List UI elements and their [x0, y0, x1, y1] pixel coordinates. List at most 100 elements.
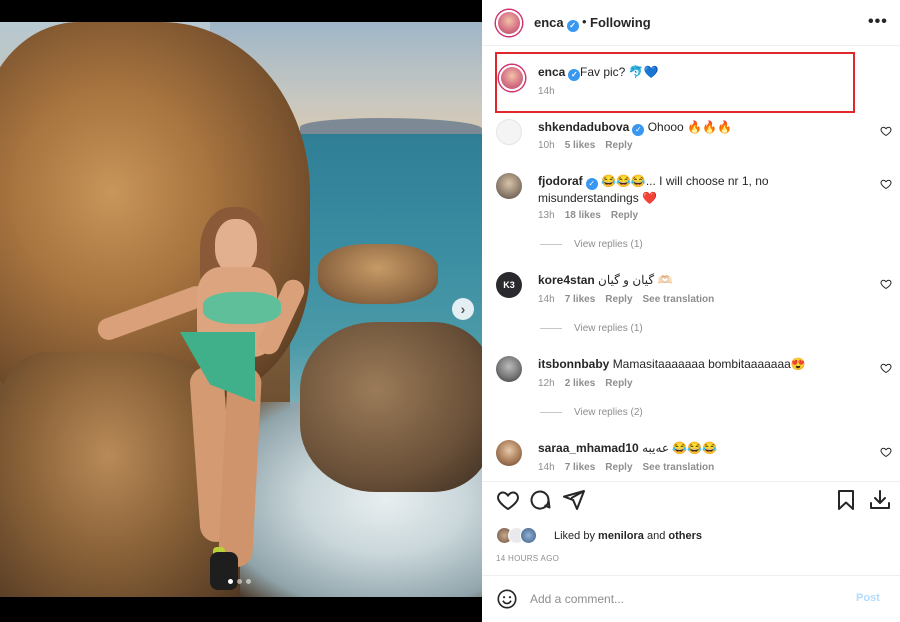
- carousel-dot: [228, 579, 233, 584]
- reply-button[interactable]: Reply: [605, 294, 632, 305]
- comment-avatar[interactable]: [496, 440, 522, 466]
- comment-meta: 14h 7 likes Reply See translation: [538, 294, 724, 305]
- comment-username[interactable]: itsbonnbaby: [538, 357, 609, 371]
- comment-text: عەیبە 😂😂😂: [642, 441, 718, 455]
- header-separator: •: [582, 14, 587, 29]
- view-replies-button[interactable]: View replies (2): [540, 407, 643, 418]
- header-username-text[interactable]: enca: [534, 15, 564, 30]
- comment-username[interactable]: shkendadubova: [538, 120, 629, 134]
- comment-avatar[interactable]: [496, 356, 522, 382]
- comment-line: kore4stan گیان و گیان 🫶🏻: [538, 272, 868, 288]
- reply-button[interactable]: Reply: [611, 210, 638, 221]
- reply-button[interactable]: Reply: [605, 462, 632, 473]
- view-replies-text[interactable]: View replies (2): [574, 407, 643, 418]
- header-username[interactable]: enca ✓: [534, 15, 579, 32]
- photo-rock: [318, 244, 438, 304]
- comment-likes[interactable]: 5 likes: [565, 140, 596, 151]
- comment-time[interactable]: 10h: [538, 140, 555, 151]
- photo-rock: [300, 322, 482, 492]
- add-comment-input[interactable]: [530, 590, 830, 608]
- post-panel: enca ✓ • Following ••• enca ✓ Fav pic? 🐬💙 …: [482, 0, 900, 622]
- see-translation-button[interactable]: See translation: [643, 462, 715, 473]
- see-translation-button[interactable]: See translation: [643, 294, 715, 305]
- carousel-dots: [228, 579, 251, 584]
- comment-meta: 14h 7 likes Reply See translation: [538, 462, 724, 473]
- post-header: enca ✓ • Following •••: [482, 0, 900, 46]
- verified-icon: ✓: [568, 69, 581, 81]
- verified-icon: ✓: [632, 124, 645, 136]
- person-top: [203, 292, 281, 324]
- replies-dash: [540, 243, 562, 245]
- caption-highlight-box: [495, 52, 855, 113]
- liked-by-text: Liked by menilora and others: [554, 530, 702, 542]
- person-face: [215, 219, 257, 274]
- avatar[interactable]: [496, 10, 522, 36]
- actions-divider: [482, 481, 900, 482]
- comment-avatar[interactable]: [496, 119, 522, 145]
- comment-likes[interactable]: 7 likes: [565, 294, 596, 305]
- reply-button[interactable]: Reply: [605, 140, 632, 151]
- liked-by-user[interactable]: menilora: [598, 530, 644, 542]
- caption-text: Fav pic? 🐬💙: [580, 65, 659, 79]
- post-photo[interactable]: [0, 22, 482, 597]
- carousel-dot: [246, 579, 251, 584]
- comment-text: گیان و گیان 🫶🏻: [598, 273, 673, 287]
- view-replies-button[interactable]: View replies (1): [540, 323, 643, 334]
- person-shoe: [210, 552, 238, 590]
- caption-username-text[interactable]: enca: [538, 65, 565, 79]
- action-bar: [482, 488, 900, 516]
- share-icon[interactable]: [562, 488, 586, 512]
- liked-by-prefix: Liked by: [554, 530, 595, 542]
- liker-avatar[interactable]: [520, 527, 537, 544]
- verified-icon: ✓: [566, 20, 579, 32]
- screenshot-frame: › enca ✓ • Following ••• enca ✓ Fav pic? 🐬…: [0, 0, 900, 622]
- comment-heart-icon[interactable]: [880, 362, 892, 374]
- view-replies-text[interactable]: View replies (1): [574, 323, 643, 334]
- post-timestamp[interactable]: 14 HOURS AGO: [496, 554, 559, 563]
- caption-avatar[interactable]: [499, 65, 525, 91]
- post-comment-button[interactable]: Post: [856, 592, 880, 604]
- comment-heart-icon[interactable]: [880, 278, 892, 290]
- comment-likes[interactable]: 18 likes: [565, 210, 601, 221]
- comment-likes[interactable]: 2 likes: [565, 378, 596, 389]
- comment-heart-icon[interactable]: [880, 125, 892, 137]
- photo-person: [94, 207, 325, 597]
- view-replies-text[interactable]: View replies (1): [574, 239, 643, 250]
- comment-icon[interactable]: [528, 488, 552, 512]
- download-icon[interactable]: [868, 488, 892, 512]
- more-options-icon[interactable]: •••: [868, 13, 888, 31]
- composer-divider: [482, 575, 900, 576]
- comment-line: saraa_mhamad10 عەیبە 😂😂😂: [538, 440, 868, 456]
- comment-meta: 13h 18 likes Reply: [538, 210, 648, 221]
- view-replies-button[interactable]: View replies (1): [540, 239, 643, 250]
- caption-time[interactable]: 14h: [538, 86, 555, 97]
- liked-by-others[interactable]: others: [668, 530, 702, 542]
- comment-username[interactable]: saraa_mhamad10: [538, 441, 639, 455]
- comment-time[interactable]: 12h: [538, 378, 555, 389]
- comment-avatar[interactable]: K3: [496, 272, 522, 298]
- comment-username[interactable]: kore4stan: [538, 273, 595, 287]
- emoji-icon[interactable]: [496, 588, 518, 610]
- bookmark-icon[interactable]: [834, 488, 858, 512]
- following-button[interactable]: Following: [590, 15, 651, 30]
- comment-text: Mamasitaaaaaaa bombitaaaaaaa😍: [612, 357, 806, 371]
- heart-icon[interactable]: [496, 488, 520, 512]
- comment-meta: 12h 2 likes Reply: [538, 378, 643, 389]
- comment-time[interactable]: 14h: [538, 462, 555, 473]
- reply-button[interactable]: Reply: [605, 378, 632, 389]
- comment-text: Ohooo 🔥🔥🔥: [647, 120, 732, 134]
- next-slide-button[interactable]: ›: [452, 298, 474, 320]
- liked-by-conj: and: [646, 530, 666, 542]
- comment-heart-icon[interactable]: [880, 178, 892, 190]
- comment-likes[interactable]: 7 likes: [565, 462, 596, 473]
- carousel-dot: [237, 579, 242, 584]
- replies-dash: [540, 327, 562, 329]
- caption-username[interactable]: enca ✓: [538, 65, 581, 81]
- comment-time[interactable]: 14h: [538, 294, 555, 305]
- verified-icon: ✓: [585, 178, 598, 190]
- comment-username[interactable]: fjodoraf: [538, 174, 583, 188]
- comment-meta: 10h 5 likes Reply: [538, 140, 643, 151]
- comment-avatar[interactable]: [496, 173, 522, 199]
- comment-time[interactable]: 13h: [538, 210, 555, 221]
- comment-heart-icon[interactable]: [880, 446, 892, 458]
